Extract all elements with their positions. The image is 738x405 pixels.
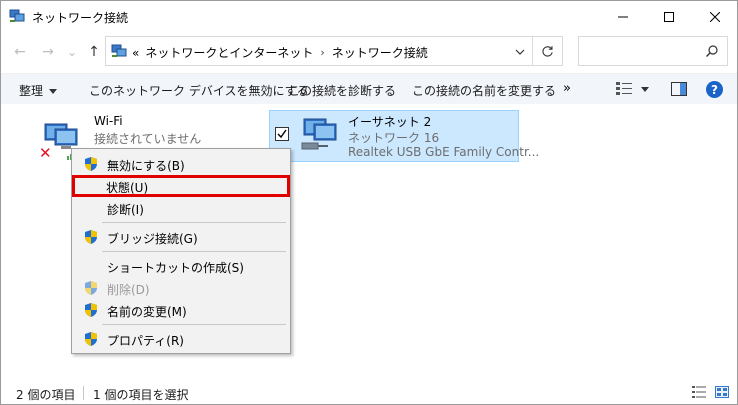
shield-icon — [85, 303, 97, 317]
connection-item-ethernet[interactable]: イーサネット 2 ネットワーク 16 Realtek USB GbE Famil… — [269, 110, 539, 162]
checkmark-icon — [277, 129, 287, 139]
context-menu: 無効にする(B) 状態(U) 診断(I) ブリッジ接続(G) ショートカットの作… — [71, 148, 291, 354]
large-icons-view-icon[interactable] — [715, 386, 729, 398]
back-button[interactable]: ← — [11, 43, 29, 61]
organize-label: 整理 — [19, 84, 44, 98]
diagnose-button[interactable]: この接続を診断する — [288, 82, 396, 99]
navigation-bar: ← → ⌄ ↑ « ネットワークとインターネット › ネットワーク接続 — [1, 34, 737, 70]
up-button[interactable]: ↑ — [85, 43, 103, 61]
menu-item-bridge[interactable]: ブリッジ接続(G) — [74, 226, 288, 248]
menu-item-label: 状態(U) — [106, 181, 149, 195]
view-dropdown-icon[interactable] — [641, 87, 649, 92]
rename-button[interactable]: この接続の名前を変更する — [412, 82, 556, 99]
menu-separator — [102, 251, 286, 252]
more-commands-button[interactable]: » — [563, 81, 571, 96]
maximize-icon — [664, 11, 674, 22]
preview-pane-icon[interactable] — [671, 82, 687, 96]
shield-icon — [85, 230, 97, 244]
connection-name: Wi-Fi — [94, 114, 123, 128]
window-title: ネットワーク接続 — [32, 11, 129, 25]
menu-item-disable[interactable]: 無効にする(B) — [74, 153, 288, 175]
network-adapter-icon — [301, 118, 337, 150]
menu-item-label: プロパティ(R) — [107, 334, 184, 348]
refresh-button[interactable] — [533, 36, 563, 66]
shield-icon — [85, 157, 97, 171]
disconnected-x-icon: ✕ — [39, 144, 52, 162]
address-dropdown-button[interactable] — [512, 45, 528, 59]
disable-device-button[interactable]: このネットワーク デバイスを無効にする — [89, 82, 309, 99]
menu-separator — [102, 222, 286, 223]
forward-button[interactable]: → — [39, 43, 57, 61]
menu-separator — [102, 324, 286, 325]
menu-item-diagnose[interactable]: 診断(I) — [74, 197, 288, 219]
connection-adapter: Realtek USB GbE Family Contr... — [348, 145, 540, 159]
selected-count: 1 個の項目を選択 — [93, 388, 189, 402]
search-box[interactable] — [578, 36, 728, 66]
details-view-icon[interactable] — [692, 386, 706, 398]
menu-item-properties[interactable]: プロパティ(R) — [74, 328, 288, 350]
menu-item-create-shortcut[interactable]: ショートカットの作成(S) — [74, 255, 288, 277]
selection-checkbox[interactable] — [275, 127, 289, 141]
refresh-icon — [542, 45, 553, 57]
shield-icon — [85, 332, 97, 346]
status-divider — [83, 386, 84, 400]
title-bar[interactable]: ネットワーク接続 — [1, 1, 737, 32]
organize-button[interactable]: 整理 — [19, 82, 58, 99]
item-count: 2 個の項目 — [16, 388, 76, 402]
recent-locations-button[interactable]: ⌄ — [63, 43, 81, 61]
breadcrumb-item[interactable]: ネットワーク接続 — [332, 44, 428, 61]
connection-network: ネットワーク 16 — [348, 131, 440, 145]
breadcrumb-separator[interactable]: › — [320, 46, 324, 59]
close-icon — [710, 11, 720, 22]
up-arrow-icon: ↑ — [88, 44, 100, 60]
status-bar: 2 個の項目 1 個の項目を選択 — [1, 378, 737, 404]
breadcrumb-item[interactable]: ネットワークとインターネット — [145, 44, 313, 61]
connection-name: イーサネット 2 — [348, 115, 432, 129]
network-connections-icon — [9, 9, 25, 22]
minimize-button[interactable] — [600, 1, 646, 32]
connection-status: 接続されていません — [94, 132, 202, 146]
menu-item-label: 名前の変更(M) — [107, 305, 187, 319]
menu-item-label: 削除(D) — [107, 283, 150, 297]
menu-item-delete[interactable]: 削除(D) — [74, 277, 288, 299]
network-connections-icon — [111, 44, 127, 57]
menu-item-label: 無効にする(B) — [107, 159, 185, 173]
shield-icon — [85, 281, 97, 295]
close-button[interactable] — [692, 1, 738, 32]
chevron-down-icon — [515, 49, 525, 55]
menu-item-label: 診断(I) — [107, 203, 144, 217]
search-icon — [706, 45, 718, 57]
forward-arrow-icon: → — [42, 44, 54, 60]
help-icon[interactable]: ? — [706, 81, 723, 98]
back-arrow-icon: ← — [14, 44, 26, 60]
explorer-window: ネットワーク接続 ← → ⌄ ↑ « ネットワークとインターネット › ネットワ… — [0, 0, 738, 405]
address-bar[interactable]: « ネットワークとインターネット › ネットワーク接続 — [105, 36, 533, 66]
maximize-button[interactable] — [646, 1, 692, 32]
minimize-icon — [618, 16, 628, 17]
menu-item-status[interactable]: 状態(U) — [72, 175, 290, 197]
menu-item-label: ブリッジ接続(G) — [107, 232, 198, 246]
menu-item-rename[interactable]: 名前の変更(M) — [74, 299, 288, 321]
change-view-icon[interactable] — [616, 82, 632, 96]
breadcrumb: « ネットワークとインターネット › ネットワーク接続 — [132, 44, 428, 61]
chevron-down-icon: ⌄ — [66, 45, 78, 59]
breadcrumb-overflow[interactable]: « — [132, 46, 139, 60]
caret-down-icon — [49, 89, 58, 94]
menu-item-label: ショートカットの作成(S) — [107, 261, 244, 275]
command-bar: 整理 このネットワーク デバイスを無効にする この接続を診断する この接続の名前… — [1, 73, 737, 104]
